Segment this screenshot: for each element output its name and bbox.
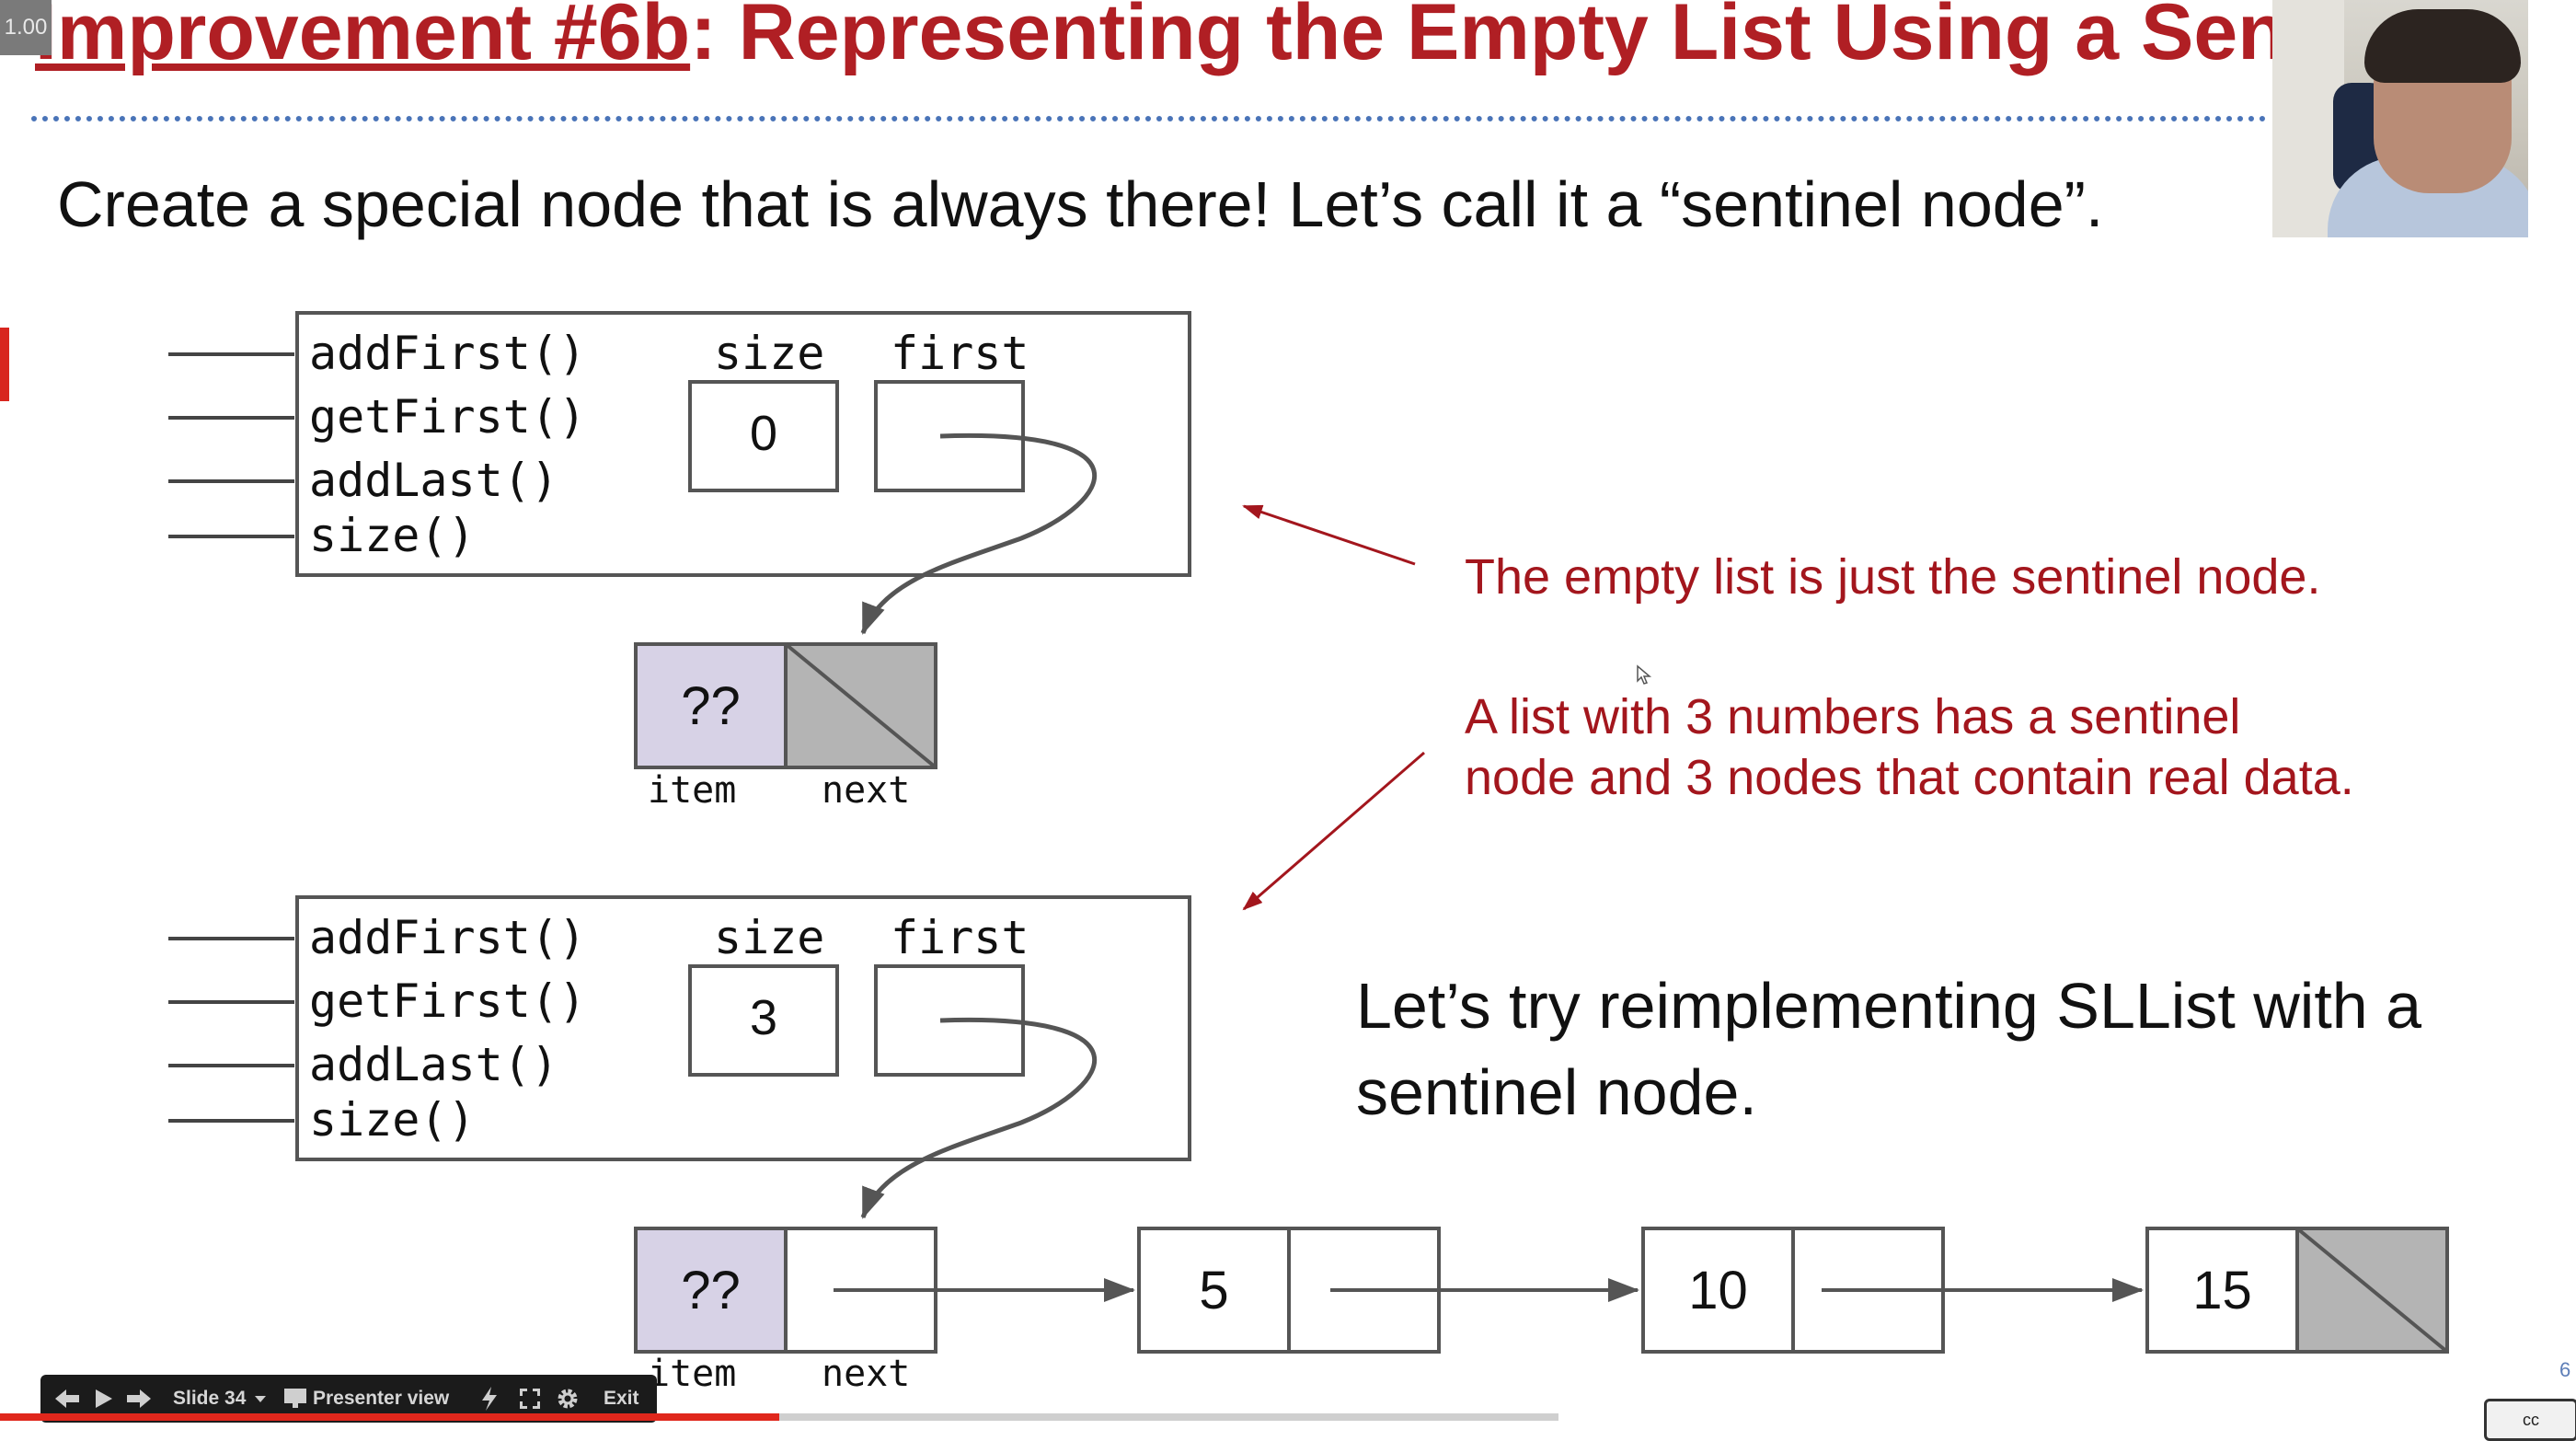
empty-list-arrow: [1242, 504, 1416, 566]
method-getfirst: getFirst(): [309, 974, 587, 1028]
method-addlast: addLast(): [309, 454, 558, 507]
size-value: 0: [749, 406, 778, 461]
presenter-view-button[interactable]: Presenter view: [313, 1388, 449, 1410]
method-addfirst: addFirst(): [309, 911, 587, 964]
size-value: 3: [749, 990, 778, 1045]
chevron-down-icon[interactable]: [254, 1395, 267, 1404]
arrow-left-icon[interactable]: [53, 1388, 81, 1410]
note-empty-list: The empty list is just the sentinel node…: [1465, 549, 2321, 605]
note-reimplement-line2: sentinel node.: [1356, 1056, 1757, 1128]
method-addfirst: addFirst(): [309, 327, 587, 380]
sentinel-item-value: ??: [681, 1261, 741, 1320]
gear-icon[interactable]: [556, 1387, 580, 1411]
node-value-10: 10: [1688, 1261, 1748, 1320]
size-label: size: [714, 327, 825, 380]
size-label: size: [714, 911, 825, 964]
item-label: item: [648, 769, 737, 812]
note-three-numbers-line1: A list with 3 numbers has a sentinel: [1465, 689, 2241, 744]
node-value-5: 5: [1199, 1261, 1229, 1320]
exit-button[interactable]: Exit: [604, 1388, 639, 1410]
note-reimplement-line1: Let’s try reimplementing SLList with a: [1356, 970, 2422, 1042]
monitor-icon: [284, 1389, 306, 1408]
page-number: 6: [2559, 1358, 2571, 1381]
fullscreen-icon[interactable]: [519, 1388, 541, 1410]
mouse-cursor-icon: [1637, 664, 1652, 685]
play-icon[interactable]: [92, 1388, 114, 1410]
cc-license-icon: cc: [2484, 1399, 2576, 1441]
arrow-right-icon[interactable]: [125, 1388, 153, 1410]
node-value-15: 15: [2192, 1261, 2252, 1320]
next-label: next: [822, 769, 911, 812]
method-size: size(): [309, 509, 476, 562]
item-label: item: [648, 1353, 737, 1395]
method-getfirst: getFirst(): [309, 390, 587, 444]
first-label: first: [891, 327, 1029, 380]
laser-pointer-icon[interactable]: [478, 1386, 500, 1412]
method-addlast: addLast(): [309, 1038, 558, 1091]
method-size: size(): [309, 1093, 476, 1147]
sentinel-item-value: ??: [681, 676, 741, 736]
next-label: next: [822, 1353, 911, 1395]
note-three-numbers-line2: node and 3 nodes that contain real data.: [1465, 750, 2354, 805]
first-label: first: [891, 911, 1029, 964]
video-progress-fill[interactable]: [0, 1413, 779, 1421]
slide-selector[interactable]: Slide 34: [173, 1388, 246, 1410]
three-numbers-arrow: [1242, 751, 1425, 911]
